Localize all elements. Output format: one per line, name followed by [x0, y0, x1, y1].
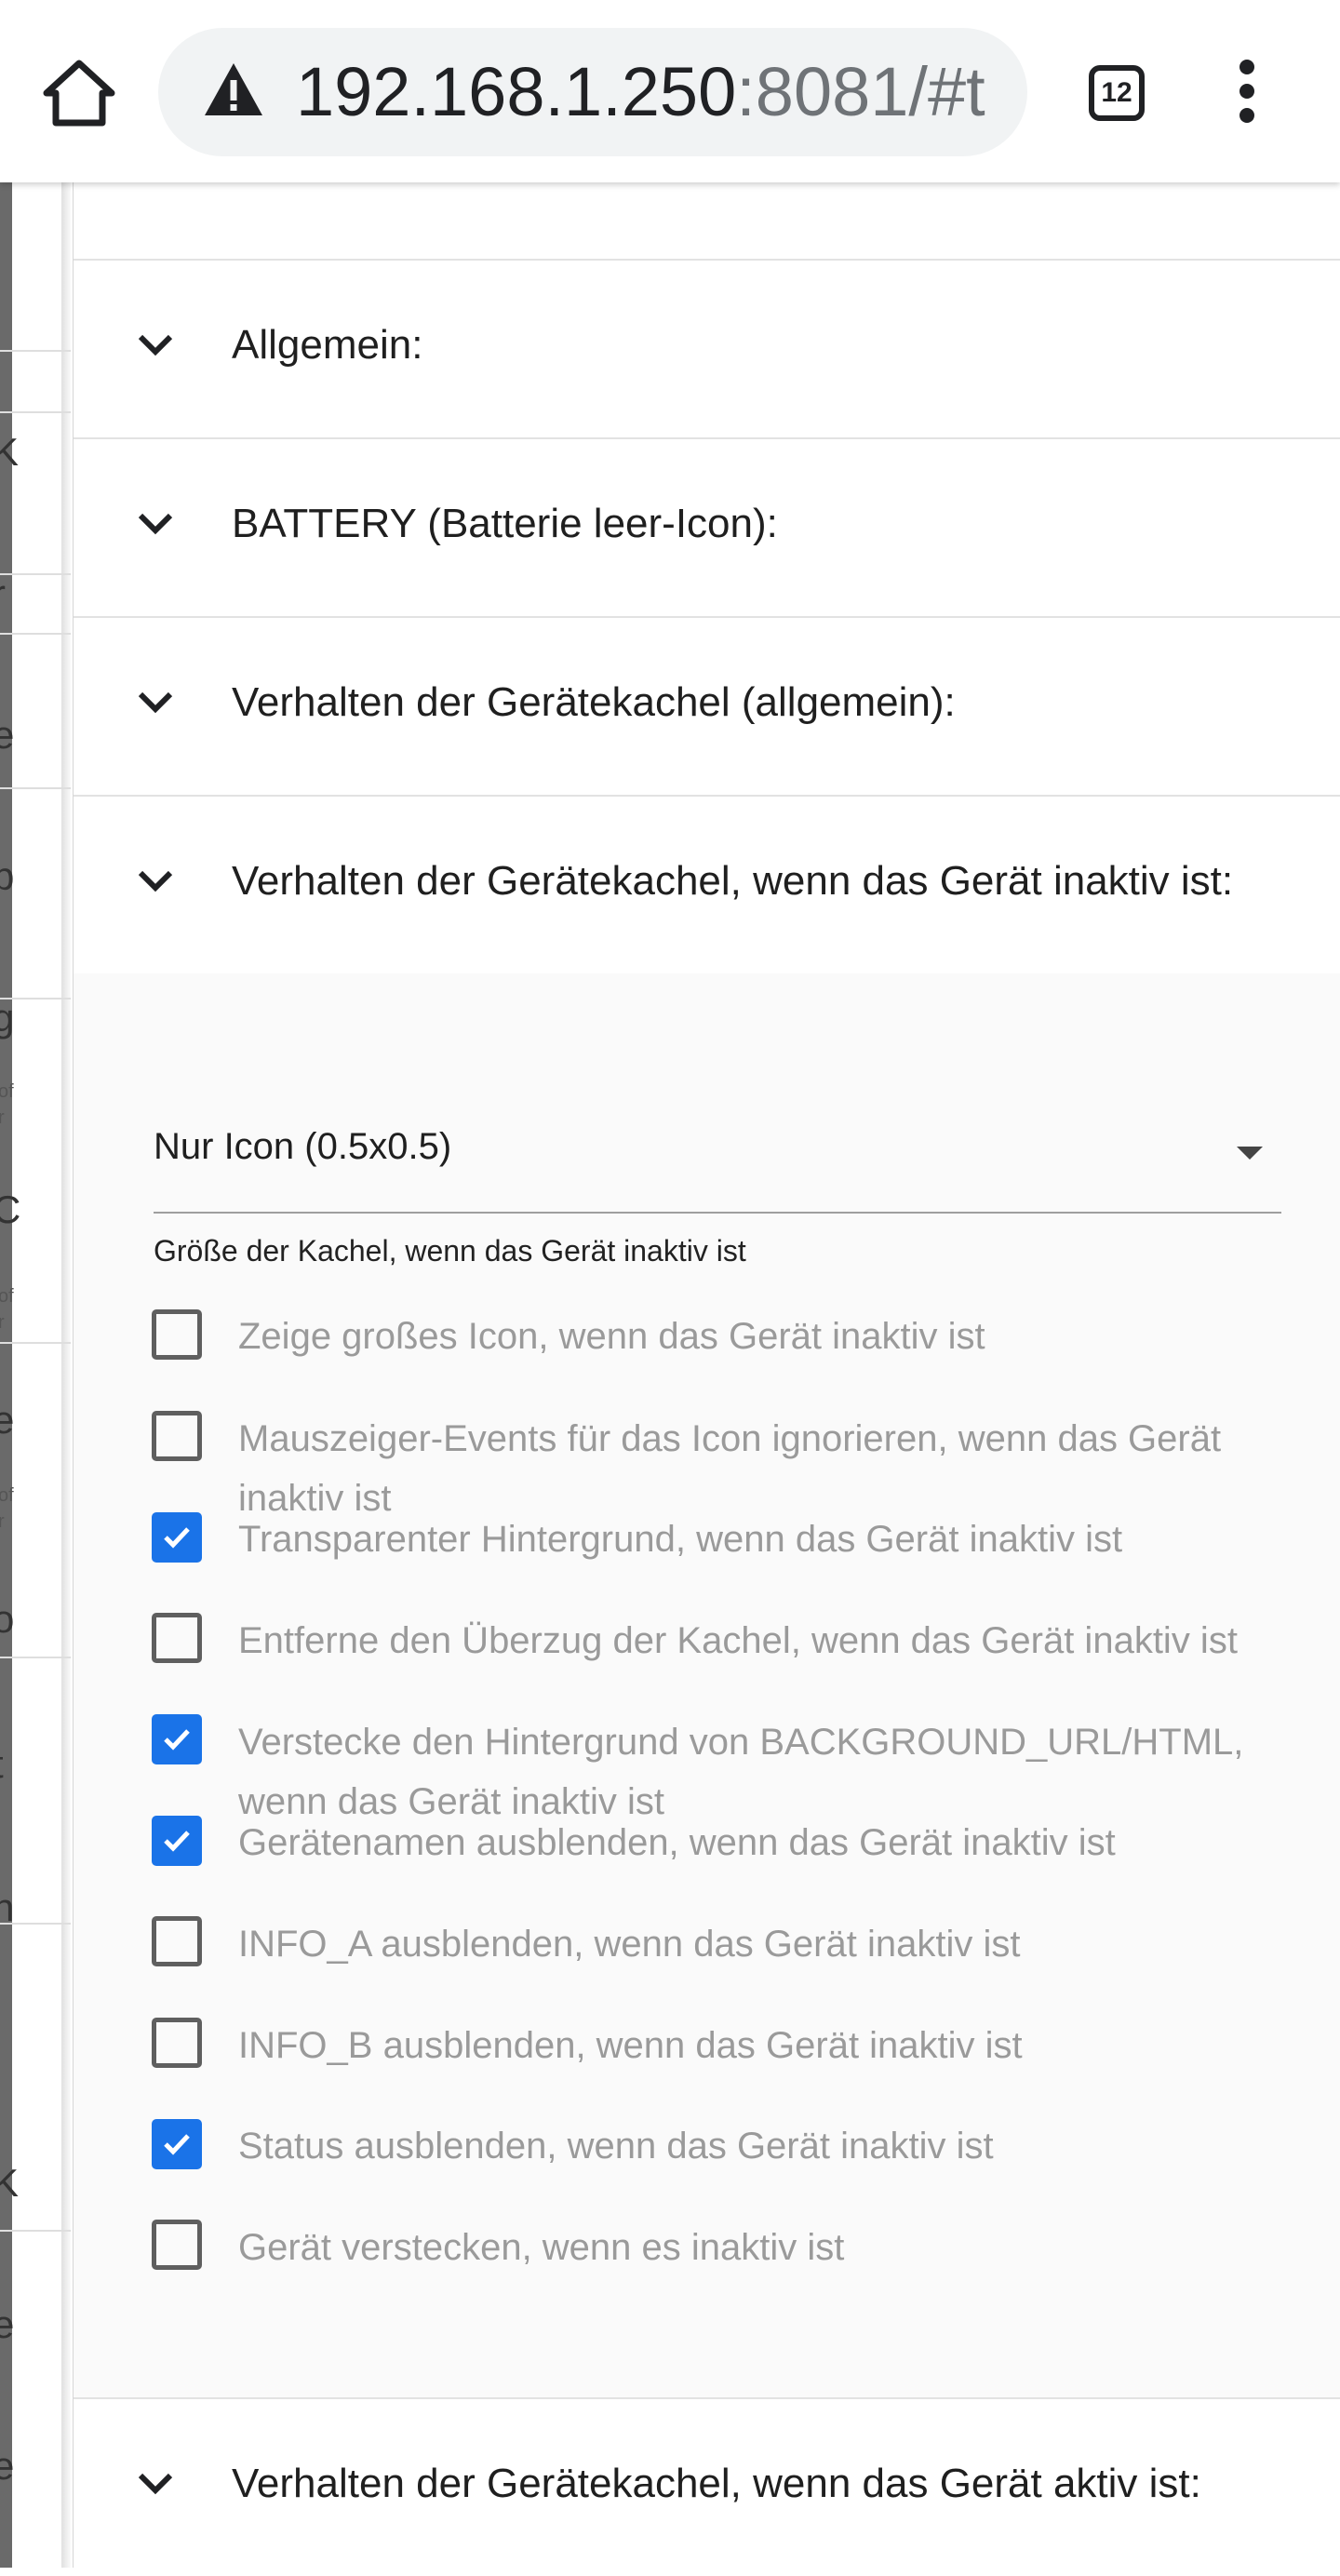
checkbox-label: Entferne den Überzug der Kachel, wenn da… [238, 1620, 1238, 1661]
section-allgemein[interactable]: Allgemein: [74, 261, 1340, 437]
drawer-item-fragment[interactable]: K [0, 430, 19, 475]
section-title: BATTERY (Batterie leer-Icon): [232, 501, 778, 546]
drawer-item-fragment[interactable]: K [0, 2161, 19, 2206]
checkbox-label: Transparenter Hintergrund, wenn das Gerä… [238, 1519, 1123, 1560]
url-text[interactable]: 192.168.1.250:8081/#t [296, 50, 985, 134]
checkmark-icon [164, 1831, 190, 1852]
browser-toolbar: 192.168.1.250:8081/#t 12 [0, 0, 1340, 182]
tile-size-helper-text: Größe der Kachel, wenn das Gerät inaktiv… [154, 1234, 746, 1268]
drawer-item-fragment: of [0, 1485, 14, 1506]
drawer-item-fragment[interactable]: C [0, 1187, 20, 1232]
drawer-item-fragment[interactable]: g [0, 996, 14, 1040]
drawer-item-fragment[interactable]: e [0, 713, 14, 758]
drawer-item-fragment: r [0, 1312, 5, 1333]
checkbox-hide-status[interactable] [152, 2119, 202, 2169]
checkbox-hide-info-b[interactable] [152, 2018, 202, 2068]
side-drawer: K r e b g of r C of r e of r o t n K e e [0, 182, 71, 2568]
dropdown-arrow-icon[interactable] [1237, 1147, 1263, 1160]
checkbox-show-large-icon[interactable] [152, 1309, 202, 1360]
checkbox-label: Zeige großes Icon, wenn das Gerät inakti… [238, 1316, 985, 1357]
select-underline [154, 1212, 1281, 1214]
checkbox-ignore-mouse-events[interactable] [152, 1411, 202, 1461]
section-content-inactive [74, 973, 1340, 2397]
section-title: Verhalten der Gerätekachel, wenn das Ger… [232, 2461, 1201, 2506]
checkbox-label: Status ausblenden, wenn das Gerät inakti… [238, 2126, 994, 2167]
chevron-down-icon [138, 691, 173, 714]
tab-switcher-button[interactable]: 12 [1089, 65, 1145, 121]
url-path: :8081/#t [736, 53, 985, 130]
chevron-down-icon [138, 2473, 173, 2495]
checkbox-hide-device[interactable] [152, 2220, 202, 2270]
checkbox-label: Gerät verstecken, wenn es inaktiv ist [238, 2227, 845, 2268]
checkbox-hide-background-url[interactable] [152, 1714, 202, 1764]
address-bar[interactable]: 192.168.1.250:8081/#t [158, 28, 1027, 156]
checkmark-icon [164, 1729, 190, 1751]
url-host: 192.168.1.250 [296, 53, 737, 130]
tile-size-select[interactable]: Nur Icon (0.5x0.5) [154, 1126, 451, 1168]
section-title: Verhalten der Gerätekachel (allgemein): [232, 679, 956, 725]
home-icon[interactable] [41, 58, 117, 128]
checkbox-hide-info-a[interactable] [152, 1916, 202, 1966]
drawer-edge [0, 182, 12, 2568]
drawer-item-fragment[interactable]: o [0, 1597, 14, 1642]
checkbox-transparent-background[interactable] [152, 1512, 202, 1563]
checkbox-label: INFO_B ausblenden, wenn das Gerät inakti… [238, 2025, 1023, 2066]
drawer-item-fragment: of [0, 1081, 14, 1102]
section-tile-behavior-active[interactable]: Verhalten der Gerätekachel, wenn das Ger… [74, 2399, 1340, 2576]
warning-icon[interactable] [203, 61, 264, 117]
chevron-down-icon [138, 513, 173, 535]
section-tile-behavior-inactive[interactable]: Verhalten der Gerätekachel, wenn das Ger… [74, 797, 1340, 973]
chevron-down-icon [138, 334, 173, 356]
drawer-item-fragment[interactable]: e [0, 2302, 14, 2347]
section-tile-behavior-general[interactable]: Verhalten der Gerätekachel (allgemein): [74, 618, 1340, 795]
drawer-item-fragment[interactable]: n [0, 1885, 14, 1930]
drawer-item-fragment[interactable]: b [0, 854, 14, 899]
section-title: Verhalten der Gerätekachel, wenn das Ger… [232, 858, 1234, 904]
drawer-item-fragment[interactable]: e [0, 1398, 14, 1442]
drawer-item-fragment: r [0, 1107, 5, 1128]
checkbox-label: INFO_A ausblenden, wenn das Gerät inakti… [238, 1924, 1021, 1965]
drawer-item-fragment: of [0, 1286, 14, 1307]
drawer-item-fragment[interactable]: e [0, 2444, 14, 2489]
settings-panel: Allgemein: BATTERY (Batterie leer-Icon):… [73, 182, 1340, 2568]
more-menu-icon[interactable] [1232, 60, 1262, 127]
chevron-down-icon [138, 870, 173, 892]
drawer-item-fragment: r [0, 1511, 5, 1532]
section-battery[interactable]: BATTERY (Batterie leer-Icon): [74, 439, 1340, 616]
drawer-item-fragment[interactable]: t [0, 1742, 4, 1787]
checkmark-icon [164, 2134, 190, 2155]
checkbox-remove-tile-overlay[interactable] [152, 1613, 202, 1663]
checkbox-label: Gerätenamen ausblenden, wenn das Gerät i… [238, 1822, 1116, 1863]
checkbox-hide-device-name[interactable] [152, 1816, 202, 1866]
checkmark-icon [164, 1527, 190, 1549]
section-title: Allgemein: [232, 322, 423, 368]
drawer-item-fragment[interactable]: r [0, 571, 6, 616]
